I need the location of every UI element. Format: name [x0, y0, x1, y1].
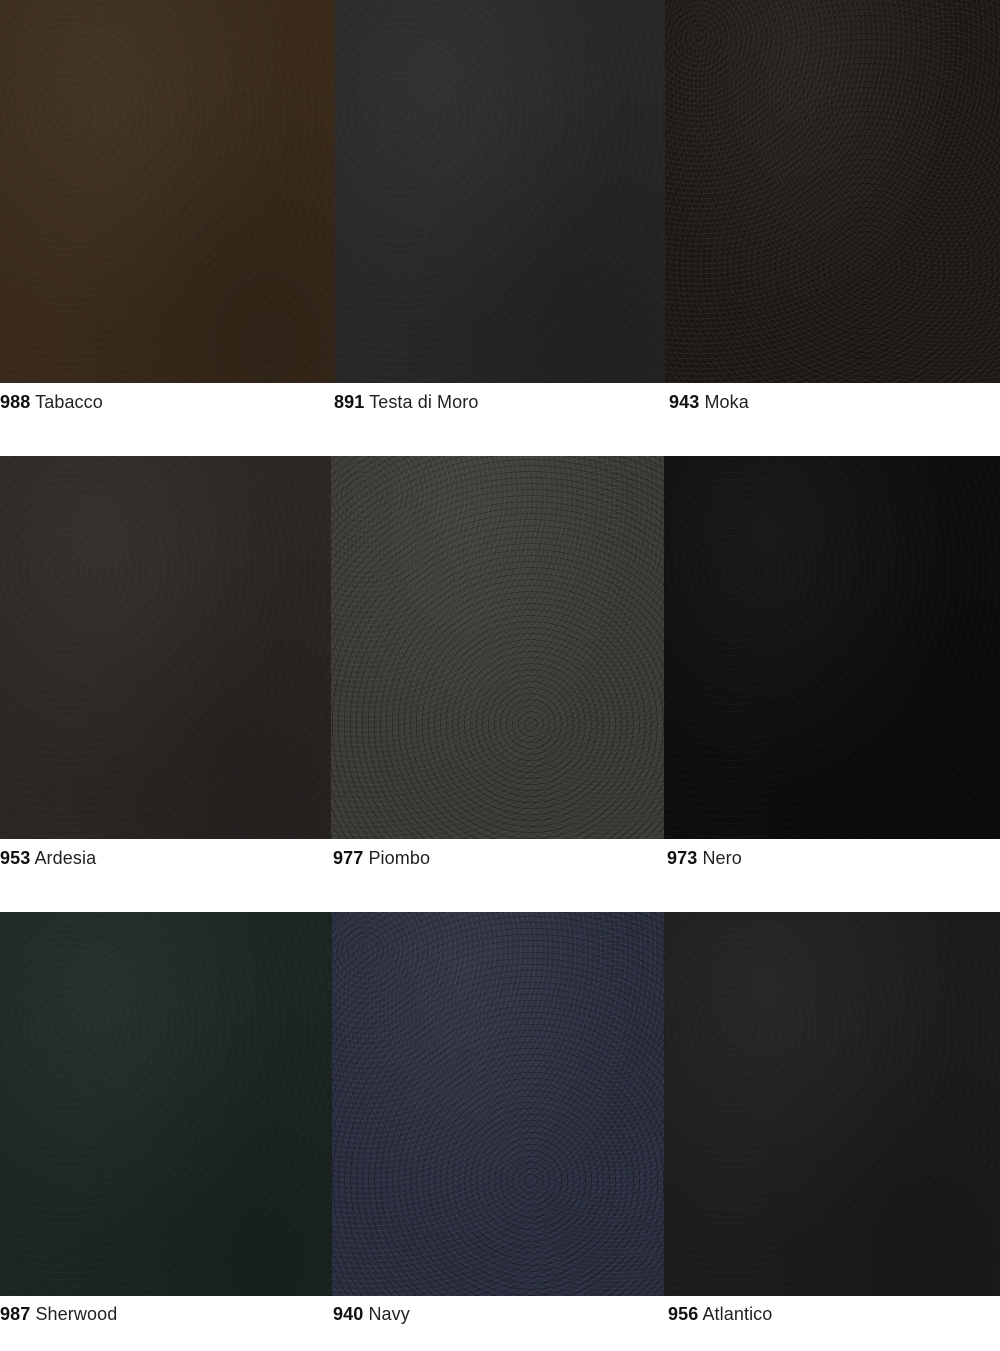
swatch-code: 940 — [333, 1304, 364, 1324]
swatch-label-piombo: 977 Piombo — [333, 847, 430, 869]
leather-texture — [0, 912, 332, 1296]
swatch-code: 891 — [334, 392, 365, 412]
swatch-label-atlantico: 956 Atlantico — [668, 1303, 772, 1325]
swatch-label-tabacco: 988 Tabacco — [0, 391, 103, 413]
swatch-name: Tabacco — [35, 392, 103, 412]
leather-swatch-sherwood — [0, 912, 332, 1296]
swatch-name: Sherwood — [35, 1304, 118, 1324]
leather-swatch-atlantico — [664, 912, 1000, 1296]
leather-texture — [335, 0, 665, 383]
swatch-label-nero: 973 Nero — [667, 847, 742, 869]
leather-texture — [332, 912, 664, 1296]
swatch-code: 988 — [0, 392, 31, 412]
swatch-code: 953 — [0, 848, 31, 868]
swatch-label-sherwood: 987 Sherwood — [0, 1303, 117, 1325]
leather-swatch-moka — [665, 0, 1000, 383]
leather-texture — [0, 456, 331, 839]
swatch-name: Piombo — [368, 848, 431, 868]
leather-swatch-tabacco — [0, 0, 335, 383]
swatch-label-ardesia: 953 Ardesia — [0, 847, 96, 869]
swatch-name: Testa di Moro — [369, 392, 479, 412]
swatch-code: 977 — [333, 848, 364, 868]
leather-texture — [0, 0, 335, 383]
swatch-code: 956 — [668, 1304, 699, 1324]
leather-swatch-navy — [332, 912, 664, 1296]
leather-swatch-nero — [664, 456, 1000, 839]
swatch-label-moka: 943 Moka — [669, 391, 749, 413]
swatch-code: 943 — [669, 392, 700, 412]
swatch-name: Navy — [368, 1304, 410, 1324]
leather-swatch-piombo — [331, 456, 664, 839]
leather-swatch-testa-di-moro — [335, 0, 665, 383]
swatch-name: Moka — [704, 392, 749, 412]
leather-swatch-ardesia — [0, 456, 331, 839]
swatch-code: 973 — [667, 848, 698, 868]
swatch-name: Nero — [702, 848, 742, 868]
leather-texture — [664, 912, 1000, 1296]
swatch-label-navy: 940 Navy — [333, 1303, 410, 1325]
leather-texture — [665, 0, 1000, 383]
leather-texture — [664, 456, 1000, 839]
swatch-code: 987 — [0, 1304, 31, 1324]
swatch-name: Atlantico — [702, 1304, 773, 1324]
swatch-name: Ardesia — [34, 848, 97, 868]
leather-texture — [331, 456, 664, 839]
swatch-label-testa-di-moro: 891 Testa di Moro — [334, 391, 478, 413]
